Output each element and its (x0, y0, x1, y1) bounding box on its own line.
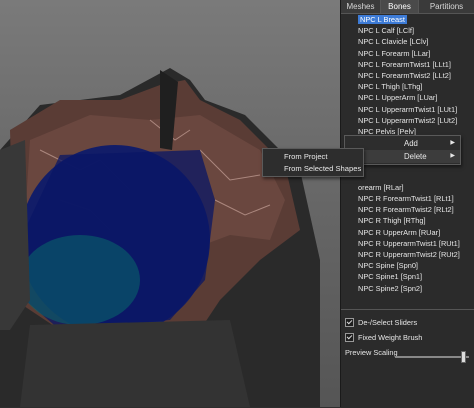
bone-list-item[interactable]: NPC R UpperarmTwist1 [RUt1] (345, 238, 473, 249)
bone-label: NPC L ForearmTwist1 [LLt1] (358, 59, 451, 69)
bone-label: NPC R ForearmTwist1 [RLt1] (358, 194, 454, 203)
bone-list-item[interactable]: NPC L UpperarmTwist1 [LUt1] (345, 104, 473, 115)
bone-label: NPC L Forearm [LLar] (358, 48, 431, 58)
preview-scaling-slider-thumb[interactable] (461, 351, 467, 363)
bone-label: NPC R Thigh [RThg] (358, 216, 426, 226)
bone-list-item[interactable]: NPC R ForearmTwist2 [RLt2] (345, 204, 473, 215)
bone-list-item[interactable]: NPC L ForearmTwist2 [LLt2] (345, 70, 473, 81)
submenu-from-selected-shapes[interactable]: From Selected Shapes (263, 162, 363, 175)
tab-bones[interactable]: Bones (381, 0, 419, 13)
chevron-right-icon: ▶ (450, 153, 455, 159)
bone-label: NPC L ForearmTwist2 [LLt2] (358, 70, 451, 80)
bone-list-item[interactable]: NPC L Forearm [LLar] (345, 48, 473, 59)
bone-list-item[interactable]: NPC R ForearmTwist1 [RLt1] (345, 193, 473, 204)
bone-label: NPC L Thigh [LThg] (358, 82, 423, 92)
bone-list-item[interactable]: NPC R Thigh [RThg] (345, 215, 473, 226)
bone-list-item[interactable]: NPC L Calf [LClf] (345, 25, 473, 36)
tab-meshes[interactable]: Meshes (341, 0, 381, 13)
bone-label: NPC Spine2 [Spn2] (358, 283, 423, 293)
checkbox-icon[interactable] (345, 317, 354, 327)
bone-label: NPC R UpperArm [RUar] (358, 227, 441, 237)
chevron-right-icon: ▶ (450, 140, 455, 146)
bone-list-item[interactable]: orearm [RLar] (345, 182, 473, 193)
options-panel: De-/Select Sliders Fixed Weight Brush Pr… (341, 309, 474, 408)
add-submenu: From Project From Selected Shapes (262, 148, 364, 177)
left-sleeve (0, 140, 30, 330)
3d-viewport[interactable] (0, 0, 340, 407)
bone-label: NPC L UpperarmTwist1 [LUt1] (358, 104, 458, 114)
preview-scaling-slider[interactable] (395, 356, 469, 358)
bone-list-item[interactable]: NPC L Breast (345, 14, 473, 25)
bone-label: NPC R UpperarmTwist1 [RUt1] (358, 238, 460, 248)
checkbox-icon[interactable] (345, 332, 354, 342)
bone-label: NPC R UpperarmTwist2 [RUt2] (358, 249, 460, 259)
fixed-weight-brush-checkbox[interactable]: Fixed Weight Brush (345, 331, 422, 343)
preview-scaling-row: Preview Scaling (345, 348, 473, 363)
bone-label: NPC L Calf [LClf] (358, 26, 414, 36)
fixed-weight-brush-label: Fixed Weight Brush (358, 332, 423, 342)
bone-label: NPC L UpperarmTwist2 [LUt2] (358, 115, 458, 125)
deselect-sliders-checkbox[interactable]: De-/Select Sliders (345, 316, 417, 328)
bone-list-item[interactable]: NPC Spine2 [Spn2] (345, 283, 473, 294)
lower-body (20, 320, 250, 407)
bone-list-item[interactable]: NPC R UpperArm [RUar] (345, 227, 473, 238)
tab-bar: Meshes Bones Partitions (341, 0, 474, 14)
bone-list-item[interactable]: NPC L Thigh [LThg] (345, 81, 473, 92)
bone-label: NPC L Breast (358, 15, 407, 24)
tab-partitions[interactable]: Partitions (419, 0, 474, 13)
add-label: Add (404, 139, 418, 148)
mesh-render (0, 68, 320, 407)
bone-list-item[interactable]: NPC Spine [Spn0] (345, 260, 473, 271)
bone-label: NPC L UpperArm [LUar] (358, 93, 438, 103)
bone-label: NPC L Clavicle [LClv] (358, 37, 429, 47)
bone-label: orearm [RLar] (358, 182, 404, 192)
bone-label: NPC Spine [Spn0] (358, 261, 418, 271)
bone-list-item[interactable]: NPC R UpperarmTwist2 [RUt2] (345, 249, 473, 260)
delete-label: Delete (404, 152, 427, 161)
bone-list-item[interactable]: NPC L UpperArm [LUar] (345, 92, 473, 103)
bone-label: NPC Spine1 [Spn1] (358, 272, 423, 282)
bone-list-item[interactable]: NPC L UpperarmTwist2 [LUt2] (345, 115, 473, 126)
preview-scaling-label: Preview Scaling (345, 348, 398, 357)
teal-gradient (20, 235, 140, 325)
bone-list-item[interactable]: NPC Spine1 [Spn1] (345, 271, 473, 282)
bone-list-item[interactable] (345, 171, 473, 182)
bone-label: NPC R ForearmTwist2 [RLt2] (358, 205, 454, 215)
bone-list-item[interactable]: NPC L ForearmTwist1 [LLt1] (345, 59, 473, 70)
deselect-sliders-label: De-/Select Sliders (358, 317, 418, 327)
bone-list-item[interactable]: NPC L Clavicle [LClv] (345, 36, 473, 47)
